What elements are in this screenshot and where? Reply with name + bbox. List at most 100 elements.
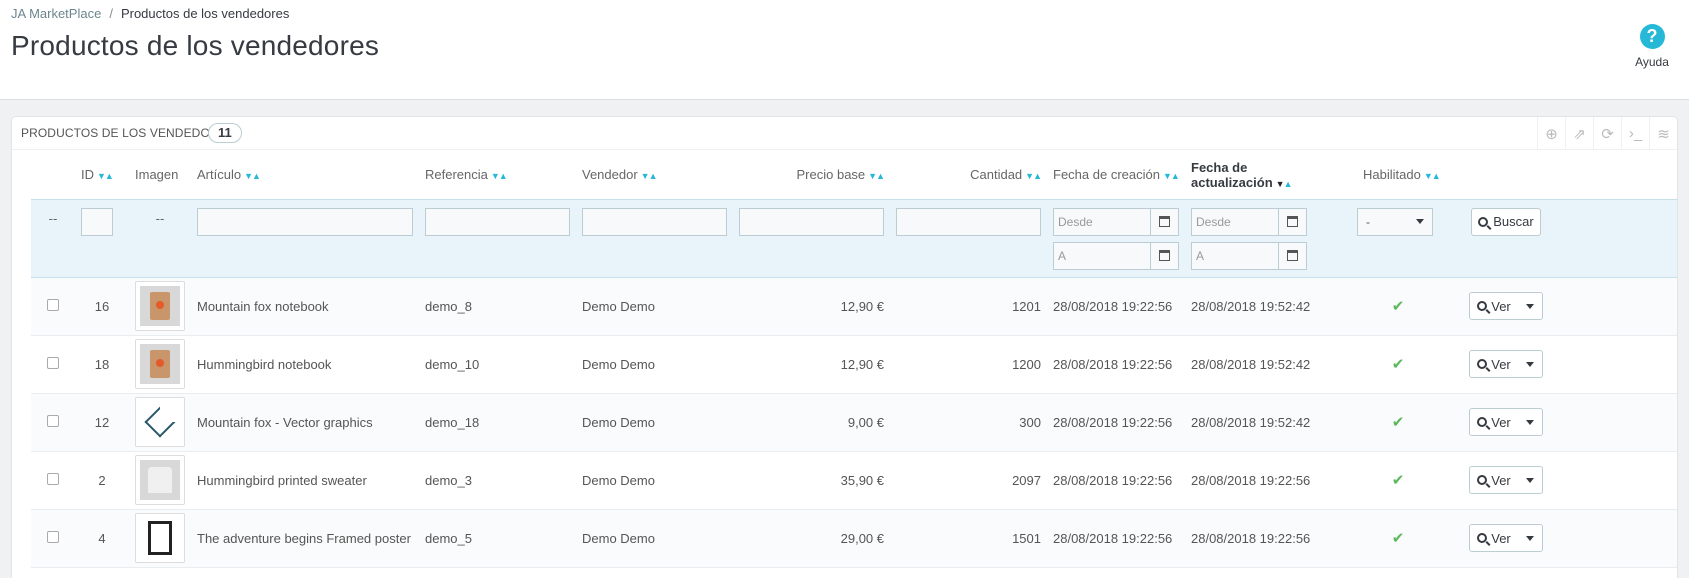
filter-article-input[interactable] — [197, 207, 413, 236]
help-button[interactable]: ? Ayuda — [1629, 24, 1675, 69]
sort-arrows-icon[interactable]: ▼▲ — [1424, 171, 1441, 181]
row-quantity: 1201 — [890, 277, 1047, 336]
table-row[interactable]: 18 Hummingbird notebook demo_10 Demo Demo 12… — [31, 335, 1677, 394]
filter-updated-to-input[interactable]: A — [1191, 241, 1279, 270]
table-row[interactable]: 16 Mountain fox notebook demo_8 Demo Demo 12… — [31, 277, 1677, 336]
chevron-down-icon[interactable] — [1518, 361, 1542, 367]
col-updated-label: Fecha de actualización — [1191, 159, 1273, 190]
view-button[interactable]: Ver — [1469, 350, 1543, 378]
col-id-label: ID — [81, 167, 94, 183]
view-button[interactable]: Ver — [1469, 524, 1543, 552]
filter-quantity-input[interactable] — [896, 207, 1041, 236]
row-checkbox[interactable] — [47, 414, 59, 427]
sort-arrows-icon[interactable]: ▼▲ — [641, 171, 658, 181]
row-checkbox[interactable] — [47, 530, 59, 543]
product-thumbnail — [135, 397, 185, 447]
chevron-down-icon[interactable] — [1518, 535, 1542, 541]
database-icon[interactable]: ≋ — [1649, 117, 1677, 150]
col-reference[interactable]: Referencia ▼▲ — [419, 151, 576, 199]
col-id[interactable]: ID ▼▲ — [75, 151, 129, 199]
table-header-row: ID ▼▲ Imagen Artículo ▼▲ Referencia ▼▲ Vend… — [31, 151, 1677, 199]
filter-id-input[interactable] — [81, 207, 113, 236]
zoom-icon — [1477, 417, 1488, 427]
col-price[interactable]: Precio base ▼▲ — [733, 151, 890, 199]
sort-arrows-icon[interactable]: ▼▲ — [868, 171, 885, 181]
table-row[interactable]: 4 The adventure begins Framed poster demo_… — [31, 509, 1677, 568]
row-reference: demo_3 — [419, 451, 576, 510]
sort-arrows-icon[interactable]: ▼▲ — [1276, 179, 1293, 189]
row-updated: 28/08/2018 19:22:56 — [1185, 451, 1357, 510]
row-updated: 28/08/2018 19:52:42 — [1185, 335, 1357, 394]
refresh-icon[interactable]: ⟳ — [1593, 117, 1621, 150]
filter-created-to-input[interactable]: A — [1053, 241, 1151, 270]
col-select — [31, 151, 75, 199]
sort-arrows-icon[interactable]: ▼▲ — [97, 171, 114, 181]
add-new-icon[interactable]: ⊕ — [1537, 117, 1565, 150]
row-article[interactable]: Hummingbird notebook — [191, 335, 419, 394]
check-icon[interactable]: ✔ — [1392, 298, 1405, 315]
col-updated[interactable]: Fecha de actualización ▼▲ — [1185, 151, 1357, 199]
sort-arrows-icon[interactable]: ▼▲ — [491, 171, 508, 181]
row-checkbox[interactable] — [47, 472, 59, 485]
chevron-down-icon[interactable] — [1518, 303, 1542, 309]
row-updated: 28/08/2018 19:52:42 — [1185, 277, 1357, 336]
row-quantity: 1200 — [890, 335, 1047, 394]
col-created-label: Fecha de creación — [1053, 167, 1160, 183]
row-article[interactable]: Hummingbird printed sweater — [191, 451, 419, 510]
panel-title: Productos de los vendedores — [21, 126, 235, 140]
zoom-icon — [1477, 359, 1488, 369]
row-reference: demo_5 — [419, 509, 576, 568]
breadcrumb-root-link[interactable]: JA MarketPlace — [11, 6, 101, 21]
filter-enabled-value: - — [1366, 214, 1370, 229]
chevron-down-icon[interactable] — [1518, 477, 1542, 483]
view-button[interactable]: Ver — [1469, 292, 1543, 320]
chevron-down-icon[interactable] — [1518, 419, 1542, 425]
row-checkbox[interactable] — [47, 356, 59, 369]
row-updated: 28/08/2018 19:52:42 — [1185, 393, 1357, 452]
col-quantity[interactable]: Cantidad ▼▲ — [890, 151, 1047, 199]
calendar-icon[interactable] — [1279, 207, 1307, 236]
view-button-label: Ver — [1491, 472, 1511, 488]
export-icon[interactable]: ⇗ — [1565, 117, 1593, 150]
row-price: 9,00 € — [733, 393, 890, 452]
filter-enabled-select[interactable]: - — [1357, 207, 1433, 236]
calendar-icon[interactable] — [1279, 241, 1307, 270]
col-vendor[interactable]: Vendedor ▼▲ — [576, 151, 733, 199]
filter-reference-input[interactable] — [425, 207, 570, 236]
row-reference: demo_18 — [419, 393, 576, 452]
row-checkbox[interactable] — [47, 298, 59, 311]
filter-vendor-input[interactable] — [582, 207, 727, 236]
col-enabled[interactable]: Habilitado ▼▲ — [1357, 151, 1455, 199]
breadcrumb-current: Productos de los vendedores — [120, 6, 290, 21]
col-article[interactable]: Artículo ▼▲ — [191, 151, 419, 199]
sort-arrows-icon[interactable]: ▼▲ — [1025, 171, 1042, 181]
col-created[interactable]: Fecha de creación ▼▲ — [1047, 151, 1185, 199]
row-vendor: Demo Demo — [576, 277, 733, 336]
row-id: 4 — [75, 509, 129, 568]
filter-updated-from-input[interactable]: Desde — [1191, 207, 1279, 236]
sql-query-icon[interactable]: ›_ — [1621, 117, 1649, 150]
view-button[interactable]: Ver — [1469, 408, 1543, 436]
col-price-label: Precio base — [796, 167, 866, 183]
check-icon[interactable]: ✔ — [1392, 530, 1405, 547]
check-icon[interactable]: ✔ — [1392, 472, 1405, 489]
table-row[interactable]: 2 Hummingbird printed sweater demo_3 Demo D… — [31, 451, 1677, 510]
filter-row: -- -- Desde A Desde A - Buscar — [31, 198, 1677, 278]
check-icon[interactable]: ✔ — [1392, 414, 1405, 431]
sort-arrows-icon[interactable]: ▼▲ — [1163, 171, 1180, 181]
sort-arrows-icon[interactable]: ▼▲ — [244, 171, 261, 181]
filter-created-from-input[interactable]: Desde — [1053, 207, 1151, 236]
filter-price-input[interactable] — [739, 207, 884, 236]
table-row[interactable]: 12 Mountain fox - Vector graphics demo_18 D… — [31, 393, 1677, 452]
view-button-label: Ver — [1491, 298, 1511, 314]
help-label: Ayuda — [1635, 55, 1669, 69]
row-article[interactable]: Mountain fox - Vector graphics — [191, 393, 419, 452]
check-icon[interactable]: ✔ — [1392, 356, 1405, 373]
row-article[interactable]: The adventure begins Framed poster — [191, 509, 419, 568]
row-article[interactable]: Mountain fox notebook — [191, 277, 419, 336]
view-button[interactable]: Ver — [1469, 466, 1543, 494]
col-image: Imagen — [129, 151, 191, 199]
search-button[interactable]: Buscar — [1471, 207, 1541, 236]
calendar-icon[interactable] — [1151, 207, 1179, 236]
calendar-icon[interactable] — [1151, 241, 1179, 270]
